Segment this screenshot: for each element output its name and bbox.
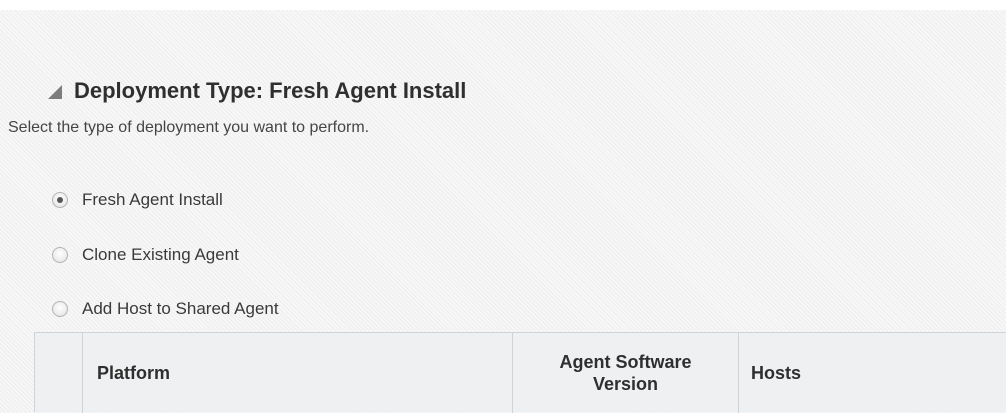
section-title: Deployment Type: Fresh Agent Install [74,78,467,103]
instruction-text: Select the type of deployment you want t… [8,119,370,136]
column-header-label: Hosts [751,362,802,383]
radio-label: Clone Existing Agent [82,245,239,264]
radio-clone-existing-agent[interactable]: Clone Existing Agent [52,243,239,267]
radio-label: Add Host to Shared Agent [82,299,279,318]
radio-label: Fresh Agent Install [82,190,223,209]
radio-selected-icon[interactable] [52,192,68,208]
radio-unselected-icon[interactable] [52,301,68,317]
column-header-agent-software-version[interactable]: Agent Software Version [513,333,739,413]
radio-fresh-agent-install[interactable]: Fresh Agent Install [52,188,223,212]
radio-add-host-to-shared-agent[interactable]: Add Host to Shared Agent [52,297,279,321]
column-header-label: Agent Software [559,352,692,372]
column-header-label: Platform [97,362,171,383]
column-header-platform[interactable]: Platform [83,333,513,413]
disclosure-triangle-icon[interactable] [48,85,62,99]
column-header-hosts[interactable]: Hosts [739,333,1005,413]
top-strip [0,0,1006,10]
radio-unselected-icon[interactable] [52,247,68,263]
section-header[interactable]: Deployment Type: Fresh Agent Install [48,76,466,106]
table-header: Platform Agent Software Version Hosts [34,332,1006,413]
row-selector-column-header [35,333,83,413]
column-header-label: Version [592,374,658,394]
